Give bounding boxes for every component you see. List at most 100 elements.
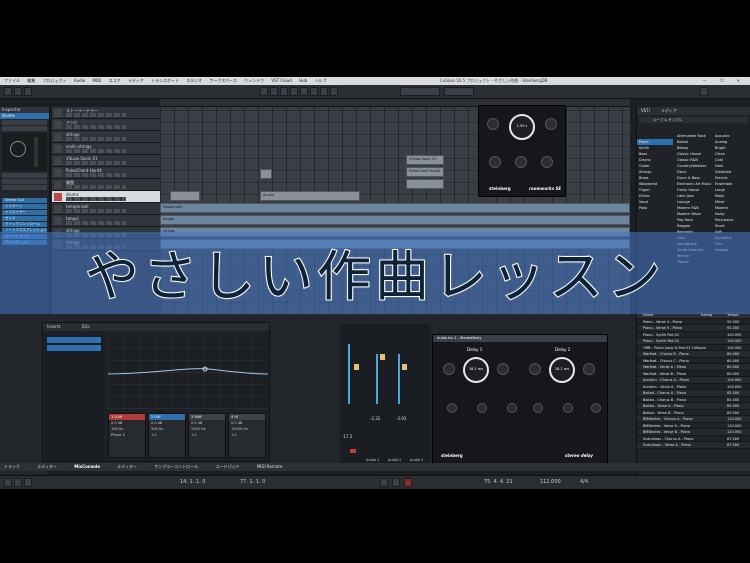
pan-knob[interactable] <box>507 403 517 413</box>
track-buttons[interactable] <box>66 137 126 141</box>
inspector-section-sends[interactable]: センド <box>2 216 47 221</box>
zoom-tool[interactable] <box>310 87 318 96</box>
inspector-section-eq[interactable]: イコライザー <box>2 210 47 215</box>
tab-media[interactable]: メディア <box>661 108 677 113</box>
filter-lo-knob[interactable] <box>447 403 457 413</box>
track-buttons[interactable] <box>66 209 126 213</box>
volume-fader[interactable] <box>34 137 38 167</box>
position-display[interactable]: 75. 4. 4. 21 <box>484 479 513 485</box>
phase-label[interactable]: Phase 0 <box>109 432 145 438</box>
tab-editor[interactable]: エディター <box>37 464 57 469</box>
inspector-section-inserts[interactable]: インサート <box>2 204 47 209</box>
menu-item-vstcloud[interactable]: VST Cloud <box>271 78 291 83</box>
menu-item-transport[interactable]: トランスポート <box>151 78 179 83</box>
track-row[interactable]: tonpoi <box>52 215 160 227</box>
track-buttons[interactable] <box>66 125 126 129</box>
tab-eqs[interactable]: EQs <box>82 324 90 329</box>
menu-item-file[interactable]: ファイル <box>4 78 20 83</box>
tab-mixconsole[interactable]: MixConsole <box>74 464 100 469</box>
audio-event[interactable] <box>170 191 200 201</box>
inspector-field[interactable] <box>2 185 47 190</box>
media-search[interactable]: ループ & サンプル <box>639 117 748 123</box>
tab-chord-pads[interactable]: コードパッド <box>215 464 239 469</box>
inspector-field[interactable] <box>2 173 47 178</box>
eq-band-4[interactable]: 4 HI 0.0 dB 12000 Hz 1.0 <box>228 413 266 458</box>
erase-tool[interactable] <box>300 87 308 96</box>
inspector-field[interactable] <box>2 126 47 131</box>
range-tool[interactable] <box>270 87 278 96</box>
track-row[interactable]: strings <box>52 131 160 143</box>
activate-button[interactable] <box>4 87 12 96</box>
rewind-button[interactable] <box>4 478 12 487</box>
category-item[interactable]: Pads <box>637 205 673 211</box>
cycle-button[interactable] <box>24 478 32 487</box>
menu-item-audio[interactable]: Audio <box>74 78 85 83</box>
track-row[interactable]: violin strings <box>52 143 160 155</box>
audio-event[interactable]: VSLow Sonic 01 <box>406 155 444 165</box>
forward-button[interactable] <box>14 478 22 487</box>
play-button[interactable] <box>392 478 400 487</box>
track-buttons[interactable] <box>66 161 126 165</box>
tab-vsti[interactable]: VSTi <box>641 108 650 113</box>
grid-type-select[interactable] <box>400 87 440 96</box>
channel-fader[interactable] <box>380 354 385 360</box>
time-signature-display[interactable]: 4/4 <box>580 479 588 485</box>
menu-item-edit[interactable]: 編集 <box>27 78 35 83</box>
track-row[interactable]: ストーリーテラー <box>52 107 160 119</box>
right-locator[interactable]: 77. 1. 1. 0 <box>240 479 265 485</box>
insert-slot[interactable] <box>47 337 101 343</box>
audio-event[interactable]: drums <box>260 191 360 201</box>
track-buttons[interactable] <box>66 173 126 177</box>
track-row[interactable]: PulseChord Hard4 <box>52 167 160 179</box>
left-zone-button[interactable] <box>24 87 32 96</box>
right-zone-button[interactable] <box>700 87 708 96</box>
channel-fader[interactable] <box>402 364 407 370</box>
lo-knob[interactable] <box>489 156 501 168</box>
draw-tool[interactable] <box>330 87 338 96</box>
stop-button[interactable] <box>380 478 388 487</box>
plugin-window-title[interactable]: Audio Ins 1 - StereoDelay <box>433 335 607 342</box>
mix-knob[interactable] <box>541 156 553 168</box>
eq-band-2[interactable]: 2 LMF 0.0 dB 500 Hz 1.0 <box>148 413 186 458</box>
insert-slot[interactable] <box>47 345 101 351</box>
band-q[interactable]: 1.0 <box>149 432 185 438</box>
hi-knob[interactable] <box>515 156 527 168</box>
window-controls[interactable]: — ❐ ✕ <box>703 77 746 85</box>
tab-inserts[interactable]: Inserts <box>47 324 61 329</box>
record-button[interactable] <box>404 478 412 487</box>
audio-event[interactable]: tonpoi <box>160 215 630 225</box>
tab-editor-2[interactable]: エディター <box>117 464 137 469</box>
filter-hi-knob[interactable] <box>563 403 573 413</box>
tab-track[interactable]: トラック <box>4 464 20 469</box>
inspector-tab[interactable]: Inspector <box>2 107 21 112</box>
tempo-display[interactable]: 112.000 <box>540 479 561 485</box>
record-enable-button[interactable] <box>350 449 356 453</box>
audio-event[interactable] <box>260 169 272 179</box>
filter-lo-knob[interactable] <box>533 403 543 413</box>
menu-item-hub[interactable]: Hub <box>299 78 307 83</box>
tab-sampler-control[interactable]: サンプラーコントロール <box>154 464 198 469</box>
filter-hi-knob[interactable] <box>477 403 487 413</box>
predelay-knob[interactable] <box>487 118 499 130</box>
eq-band-1[interactable]: 1 LOW 0.0 dB 100 Hz Phase 0 <box>108 413 146 458</box>
track-buttons[interactable] <box>66 149 126 153</box>
inspector-section-quick-controls[interactable]: クイックコントロール <box>2 222 47 227</box>
menu-item-media[interactable]: メディア <box>128 78 144 83</box>
diffusion-knob[interactable] <box>545 118 557 130</box>
pan-knob[interactable] <box>10 141 26 157</box>
quantize-select[interactable] <box>444 87 474 96</box>
delay1-sync-knob[interactable] <box>443 363 455 375</box>
track-row-selected[interactable]: drums <box>52 191 160 203</box>
inspector-track-name[interactable]: drums <box>0 113 49 119</box>
inspector-field[interactable] <box>2 120 47 125</box>
menu-item-workspace[interactable]: ワークスペース <box>209 78 236 83</box>
left-locator[interactable]: 14. 1. 1. 0 <box>180 479 205 485</box>
menu-item-project[interactable]: プロジェクト <box>43 78 67 83</box>
track-row[interactable]: 鍵盤 <box>52 179 160 191</box>
track-row[interactable]: VSLow Sonic 01 <box>52 155 160 167</box>
menu-item-studio[interactable]: スタジオ <box>186 78 202 83</box>
track-buttons[interactable] <box>66 113 126 117</box>
tab-midi-remote[interactable]: MIDI Remote <box>257 464 283 469</box>
delay2-sync-knob[interactable] <box>529 363 541 375</box>
track-buttons[interactable] <box>66 185 126 189</box>
